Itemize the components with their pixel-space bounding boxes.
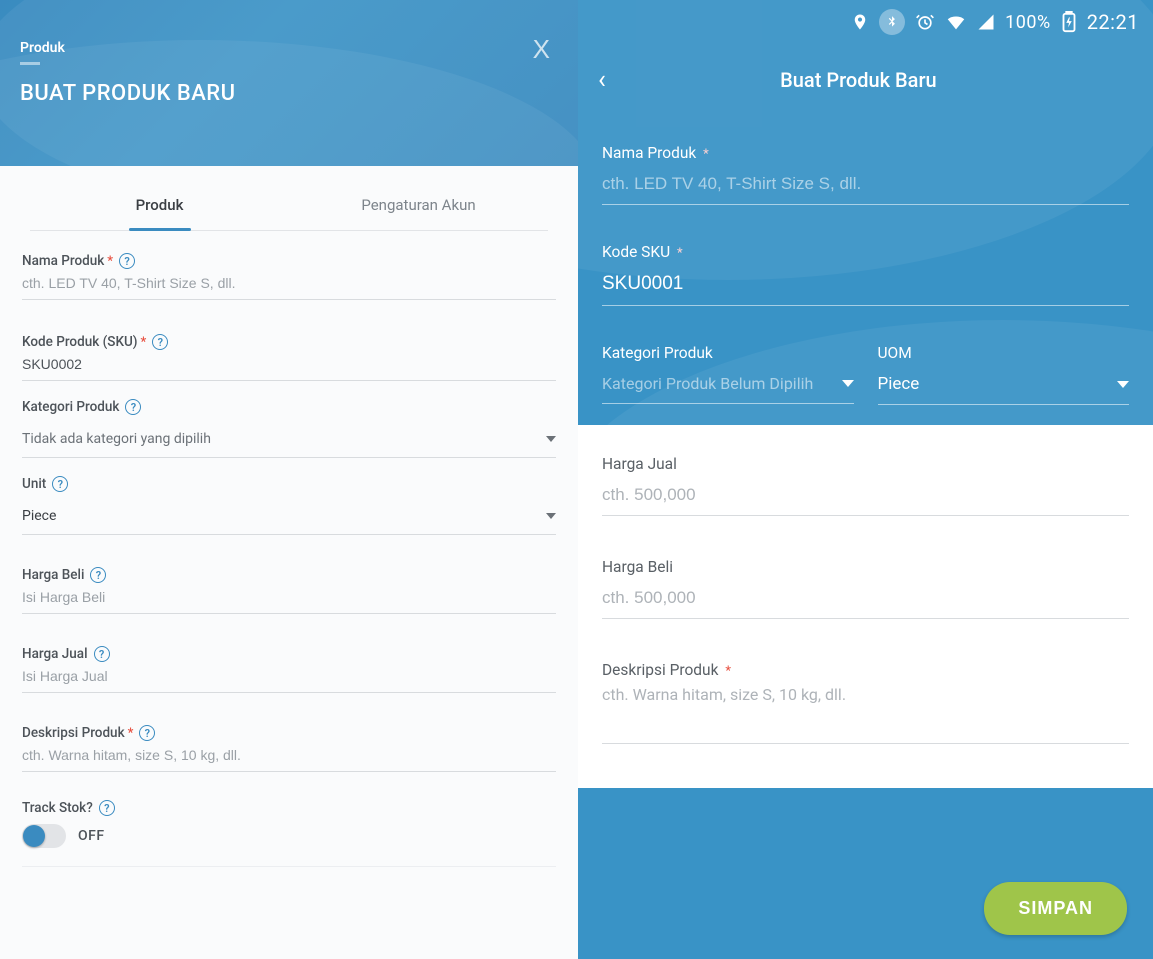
tab-pengaturan-akun[interactable]: Pengaturan Akun: [289, 184, 548, 230]
label-deskripsi: Deskripsi Produk: [602, 661, 718, 679]
select-unit[interactable]: Piece: [22, 498, 556, 535]
input-harga-beli[interactable]: [22, 585, 556, 614]
page-title: BUAT PRODUK BARU: [20, 81, 558, 106]
label-harga-jual: Harga Jual: [602, 455, 1129, 473]
chevron-down-icon: [842, 380, 854, 387]
desktop-modal: Produk BUAT PRODUK BARU X Produk Pengatu…: [0, 0, 578, 959]
help-icon[interactable]: ?: [139, 725, 155, 741]
toggle-knob: [23, 825, 45, 847]
breadcrumb: Produk: [20, 40, 558, 65]
close-icon[interactable]: X: [533, 34, 550, 65]
input-harga-jual[interactable]: [22, 664, 556, 693]
help-icon[interactable]: ?: [52, 476, 68, 492]
chevron-down-icon: [546, 513, 556, 519]
field-kategori: Kategori Produk ? Tidak ada kategori yan…: [22, 399, 556, 458]
input-harga-jual[interactable]: [602, 477, 1129, 516]
label-deskripsi: Deskripsi Produk: [22, 725, 125, 741]
select-kategori-value: Tidak ada kategori yang dipilih: [22, 431, 211, 447]
required-marker: *: [107, 254, 113, 269]
input-deskripsi[interactable]: [22, 743, 556, 772]
mobile-header: ‹ Buat Produk Baru: [578, 44, 1153, 116]
label-kategori: Kategori Produk: [22, 399, 119, 415]
label-unit: Unit: [22, 476, 46, 492]
chevron-down-icon: [546, 436, 556, 442]
label-harga-jual: Harga Jual: [22, 646, 88, 662]
select-kategori-placeholder: Kategori Produk Belum Dipilih: [602, 374, 813, 393]
mobile-form-bottom: Harga Jual Harga Beli Deskripsi Produk *: [578, 425, 1153, 788]
modal-body: Produk Pengaturan Akun Nama Produk * ? K…: [0, 184, 578, 897]
save-button[interactable]: SIMPAN: [984, 882, 1127, 935]
label-harga-beli: Harga Beli: [602, 558, 1129, 576]
label-kode-sku: Kode Produk (SKU): [22, 334, 138, 350]
field-deskripsi: Deskripsi Produk * ?: [22, 725, 556, 772]
field-track-stok: Track Stok? ? OFF: [22, 800, 556, 867]
label-harga-beli: Harga Beli: [22, 567, 84, 583]
alarm-icon: [915, 12, 935, 32]
field-harga-jual: Harga Jual: [602, 455, 1129, 516]
required-marker: *: [677, 246, 683, 261]
mobile-footer: SIMPAN: [578, 857, 1153, 959]
label-nama-produk: Nama Produk: [602, 144, 696, 162]
input-nama-produk[interactable]: [602, 166, 1129, 205]
tab-bar: Produk Pengaturan Akun: [30, 184, 548, 231]
mobile-form-top: Nama Produk * Kode SKU * Kategori Produk…: [578, 116, 1153, 425]
field-kode-sku: Kode SKU *: [602, 243, 1129, 306]
field-uom: UOM Piece: [878, 344, 1130, 405]
tab-produk[interactable]: Produk: [30, 184, 289, 230]
label-kode-sku: Kode SKU: [602, 243, 670, 261]
page-title: Buat Produk Baru: [584, 68, 1133, 92]
field-harga-beli: Harga Beli: [602, 558, 1129, 619]
help-icon[interactable]: ?: [125, 399, 141, 415]
battery-percentage: 100%: [1005, 12, 1051, 33]
field-nama-produk: Nama Produk *: [602, 144, 1129, 205]
input-nama-produk[interactable]: [22, 271, 556, 300]
modal-header: Produk BUAT PRODUK BARU X: [0, 0, 578, 166]
select-uom-value: Piece: [878, 374, 920, 394]
signal-icon: [977, 13, 995, 31]
label-kategori: Kategori Produk: [602, 344, 854, 362]
toggle-track-stok-value: OFF: [78, 828, 105, 844]
help-icon[interactable]: ?: [152, 334, 168, 350]
field-unit: Unit ? Piece: [22, 476, 556, 535]
input-kode-sku[interactable]: [22, 352, 556, 381]
field-harga-beli: Harga Beli ?: [22, 567, 556, 614]
input-kode-sku[interactable]: [602, 265, 1129, 306]
select-uom[interactable]: Piece: [878, 366, 1130, 405]
select-kategori[interactable]: Kategori Produk Belum Dipilih: [602, 366, 854, 404]
status-bar: 100% 22:21: [578, 0, 1153, 44]
location-icon: [851, 13, 869, 31]
chevron-down-icon: [1117, 381, 1129, 388]
mobile-screen: 100% 22:21 ‹ Buat Produk Baru Nama Produ…: [578, 0, 1153, 959]
input-harga-beli[interactable]: [602, 580, 1129, 619]
required-marker: *: [725, 664, 731, 679]
label-uom: UOM: [878, 344, 1130, 362]
required-marker: *: [128, 726, 134, 741]
required-marker: *: [141, 335, 147, 350]
clock-time: 22:21: [1087, 10, 1139, 34]
field-deskripsi: Deskripsi Produk *: [602, 661, 1129, 748]
required-marker: *: [703, 147, 709, 162]
help-icon[interactable]: ?: [99, 800, 115, 816]
field-harga-jual: Harga Jual ?: [22, 646, 556, 693]
help-icon[interactable]: ?: [94, 646, 110, 662]
battery-charging-icon: [1061, 11, 1077, 33]
field-nama-produk: Nama Produk * ?: [22, 253, 556, 300]
field-kategori: Kategori Produk Kategori Produk Belum Di…: [602, 344, 854, 405]
help-icon[interactable]: ?: [90, 567, 106, 583]
label-nama-produk: Nama Produk: [22, 253, 104, 269]
select-kategori[interactable]: Tidak ada kategori yang dipilih: [22, 421, 556, 458]
wifi-icon: [945, 11, 967, 33]
input-deskripsi[interactable]: [602, 679, 1129, 744]
select-unit-value: Piece: [22, 508, 56, 524]
help-icon[interactable]: ?: [119, 253, 135, 269]
toggle-track-stok[interactable]: [22, 824, 66, 848]
label-track-stok: Track Stok?: [22, 800, 93, 816]
row-kategori-uom: Kategori Produk Kategori Produk Belum Di…: [602, 344, 1129, 405]
field-kode-sku: Kode Produk (SKU) * ?: [22, 334, 556, 381]
bluetooth-icon: [879, 9, 905, 35]
